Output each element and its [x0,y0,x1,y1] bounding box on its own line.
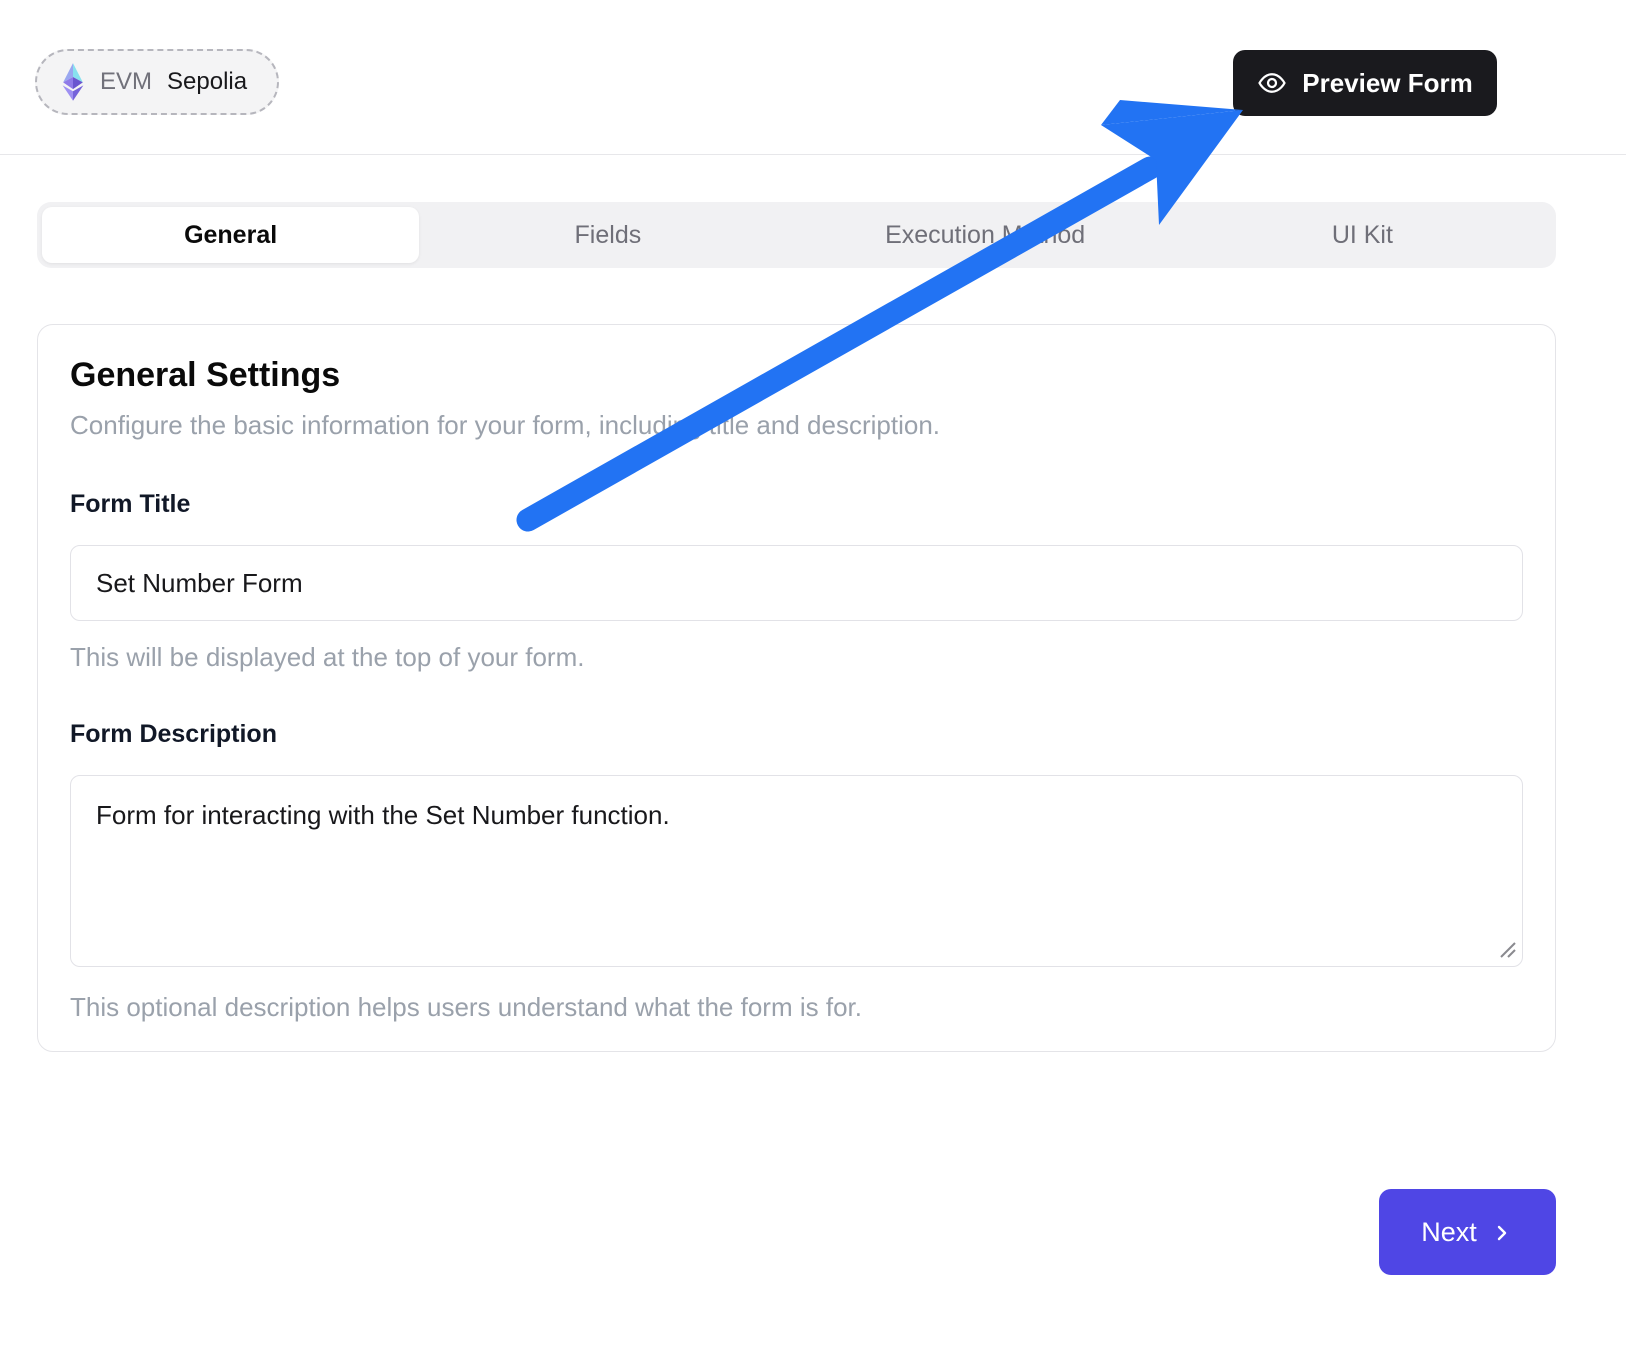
ethereum-icon [61,63,85,101]
tab-ui-kit[interactable]: UI Kit [1174,207,1551,263]
form-description-helper: This optional description helps users un… [70,991,1523,1023]
form-description-textarea[interactable]: Form for interacting with the Set Number… [70,775,1523,967]
header-divider [0,154,1626,155]
network-badge[interactable]: EVM Sepolia [35,49,279,115]
form-builder-page: EVM Sepolia Preview Form General Fields … [0,0,1626,1364]
card-title: General Settings [70,355,1523,395]
form-title-helper: This will be displayed at the top of you… [70,641,1523,673]
preview-form-button[interactable]: Preview Form [1233,50,1497,116]
settings-tabbar: General Fields Execution Method UI Kit [37,202,1556,268]
resize-handle-icon[interactable] [1498,940,1516,958]
form-description-label: Form Description [70,719,1523,749]
tab-execution-method[interactable]: Execution Method [797,207,1174,263]
next-button-label: Next [1421,1217,1477,1248]
tab-fields[interactable]: Fields [419,207,796,263]
eye-icon [1257,68,1287,98]
chevron-right-icon [1490,1221,1514,1245]
card-subtitle: Configure the basic information for your… [70,409,1523,441]
form-description-wrap: Form for interacting with the Set Number… [70,775,1523,967]
general-settings-card: General Settings Configure the basic inf… [37,324,1556,1052]
form-title-label: Form Title [70,489,1523,519]
badge-network-label: Sepolia [167,68,247,96]
tab-general[interactable]: General [42,207,419,263]
preview-form-label: Preview Form [1302,68,1473,99]
badge-platform-label: EVM [100,68,152,96]
form-title-input[interactable] [70,545,1523,621]
next-button[interactable]: Next [1379,1189,1556,1275]
